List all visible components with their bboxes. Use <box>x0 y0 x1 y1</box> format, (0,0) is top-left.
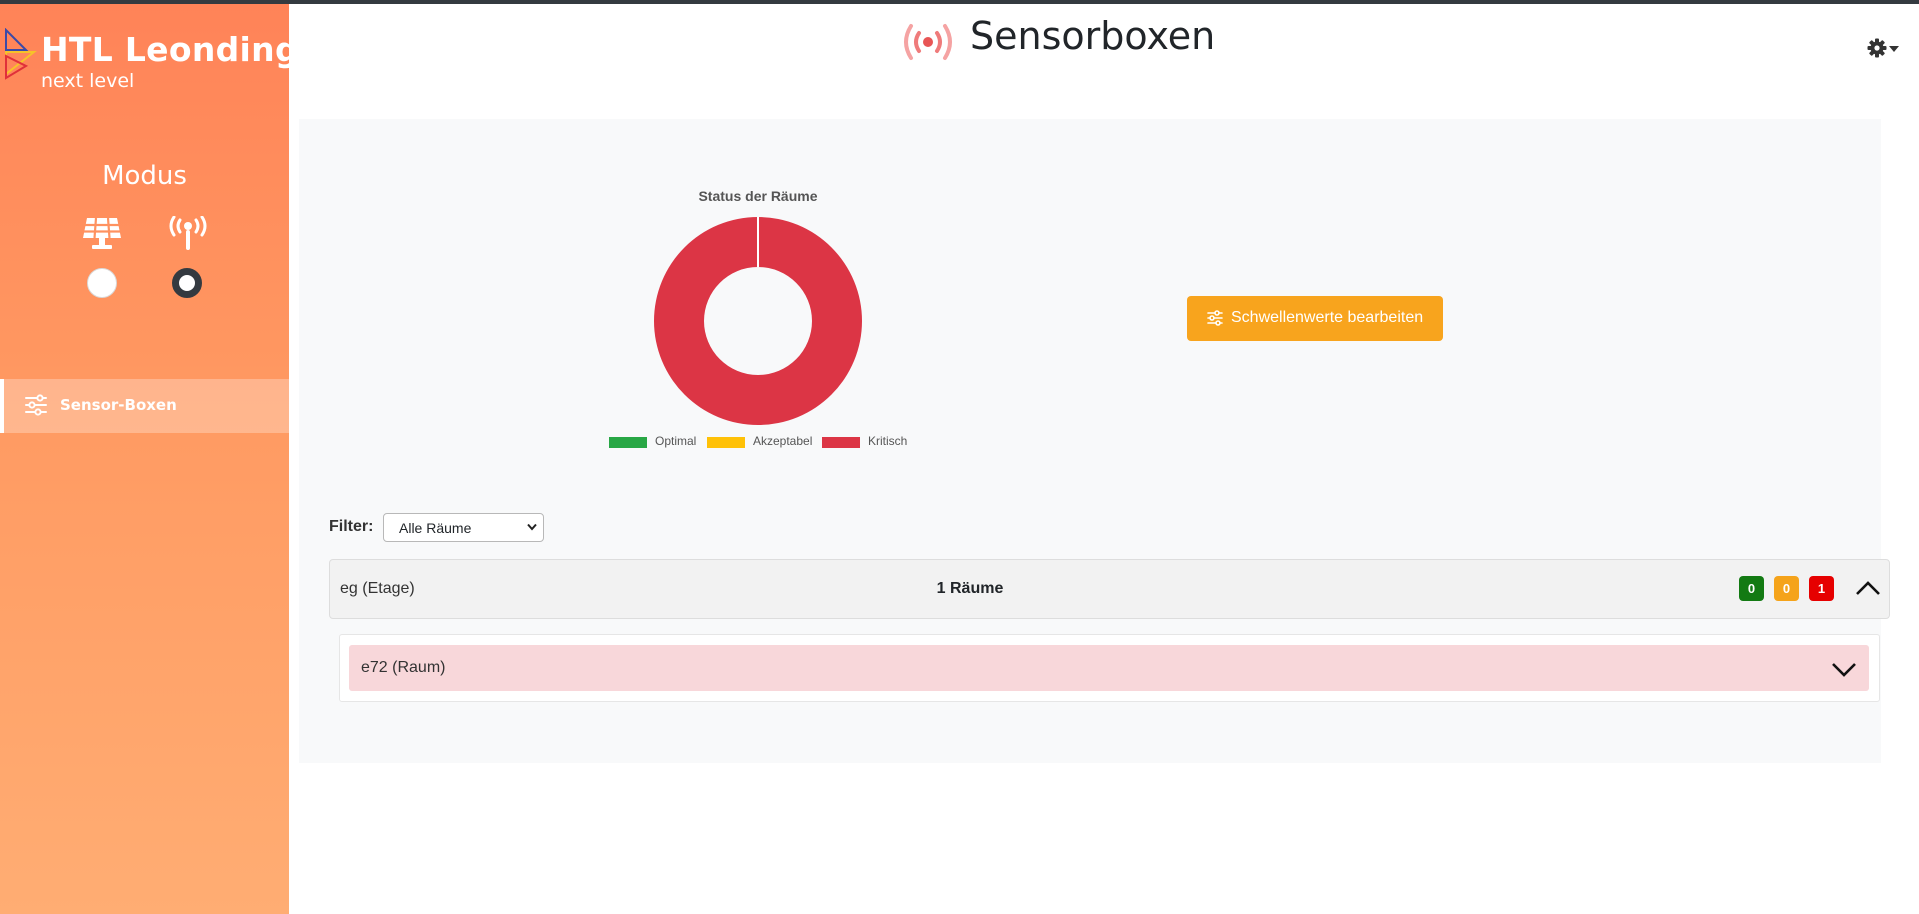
status-donut-chart <box>654 217 862 425</box>
chart-title: Status der Räume <box>698 188 818 204</box>
sliders-icon <box>25 394 47 416</box>
mode-title: Modus <box>102 161 187 191</box>
badge-acceptable-count: 0 <box>1774 576 1799 601</box>
sidebar-item-label: Sensor-Boxen <box>60 396 177 414</box>
gear-icon <box>1867 38 1887 58</box>
chevron-down-icon[interactable] <box>1831 659 1857 679</box>
floor-row-eg[interactable]: eg (Etage) 1 Räume 0 0 1 <box>329 559 1890 619</box>
chevron-down-icon <box>527 523 537 531</box>
htl-logo-mark-icon <box>5 28 37 80</box>
sidebar: HTL Leonding next level Modus Sensor-Box… <box>0 4 299 914</box>
broadcast-icon <box>904 24 952 60</box>
legend-label: Akzeptabel <box>753 434 813 448</box>
settings-dropdown[interactable] <box>1867 38 1901 58</box>
legend-swatch-optimal <box>609 437 647 448</box>
room-filter-select[interactable]: Alle Räume <box>383 513 544 542</box>
legend-swatch-kritisch <box>822 437 860 448</box>
filter-selected-value: Alle Räume <box>399 520 472 536</box>
edit-thresholds-button[interactable]: Schwellenwerte bearbeiten <box>1187 296 1443 341</box>
sidebar-item-sensor-boxen[interactable]: Sensor-Boxen <box>0 379 289 433</box>
solar-panel-icon <box>83 217 121 249</box>
legend-label: Kritisch <box>868 434 908 448</box>
mode-radio-solar[interactable] <box>87 268 117 298</box>
caret-down-icon <box>1889 46 1899 52</box>
page-title: Sensorboxen <box>970 14 1216 58</box>
badge-critical-count: 1 <box>1809 576 1834 601</box>
sliders-icon <box>1207 310 1223 326</box>
legend-swatch-akzeptabel <box>707 437 745 448</box>
antenna-icon <box>169 216 207 250</box>
chevron-up-icon[interactable] <box>1855 576 1881 602</box>
room-row-e72[interactable]: e72 (Raum) <box>349 645 1869 691</box>
logo-subtitle: next level <box>41 70 135 92</box>
edit-thresholds-label: Schwellenwerte bearbeiten <box>1231 309 1424 326</box>
filter-label: Filter: <box>329 518 374 535</box>
room-name: e72 (Raum) <box>361 659 446 676</box>
logo[interactable]: HTL Leonding next level <box>0 22 299 92</box>
legend-label: Optimal <box>655 434 697 448</box>
logo-title: HTL Leonding <box>41 30 299 69</box>
mode-radio-sensor[interactable] <box>172 268 202 298</box>
badge-optimal-count: 0 <box>1739 576 1764 601</box>
floor-room-count: 1 Räume <box>936 580 1004 597</box>
